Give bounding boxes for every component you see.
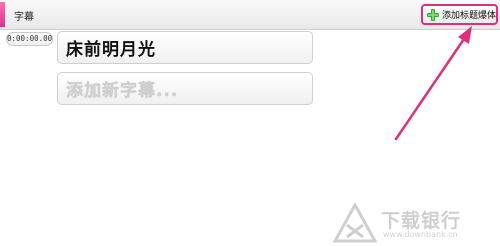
subtitle-timecode[interactable]: 0:00:00.00 [6, 32, 53, 46]
panel-edge-marker [0, 2, 5, 27]
subtitle-text: 床前明月光 [66, 40, 156, 60]
watermark-url: www.downbank.cn [383, 230, 458, 239]
watermark-logo-icon [333, 203, 377, 243]
plus-icon [427, 8, 439, 21]
panel-title: 字幕 [14, 12, 34, 23]
add-new-subtitle-box[interactable]: 添加新字幕... [57, 72, 313, 105]
add-title-button[interactable]: 添加标题爆体 [421, 4, 498, 25]
subtitle-panel-titlebar: 字幕 添加标题爆体 [0, 0, 500, 30]
watermark: 下载银行 www.downbank.cn [333, 203, 493, 243]
add-new-subtitle-placeholder: 添加新字幕... [66, 81, 179, 101]
add-title-button-label: 添加标题爆体 [441, 11, 496, 21]
watermark-brand: 下载银行 [381, 210, 462, 232]
subtitle-entry[interactable]: 床前明月光 [57, 31, 313, 64]
